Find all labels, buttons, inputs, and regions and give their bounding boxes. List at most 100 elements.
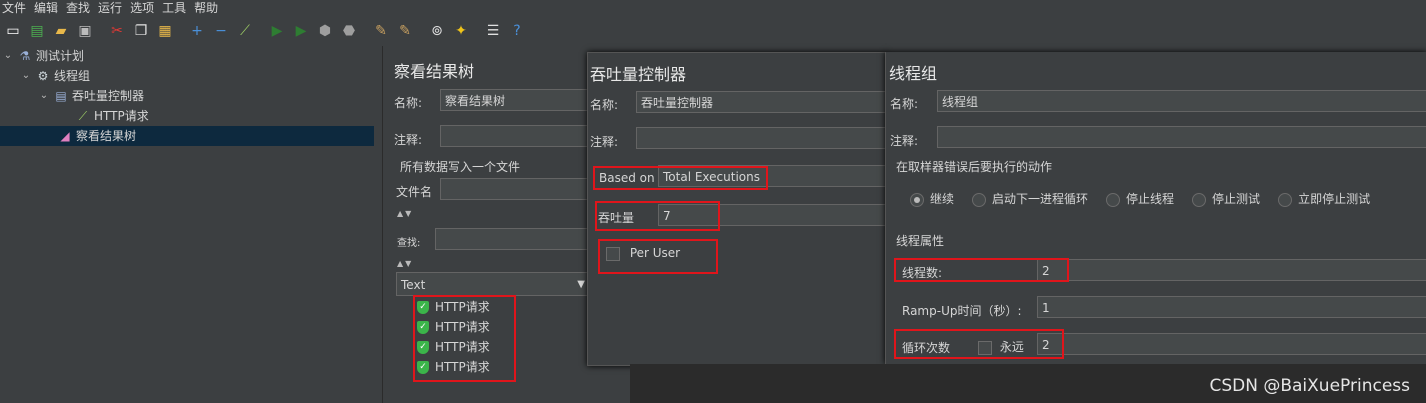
templates-icon[interactable]: ▤ <box>26 20 48 42</box>
menu-run[interactable]: 运行 <box>98 0 122 16</box>
thread-props-label: 线程属性 <box>896 234 945 248</box>
name-label: 名称: <box>890 97 919 111</box>
clear-all-icon[interactable]: ✎ <box>394 20 416 42</box>
renderer-value: Text <box>401 278 426 292</box>
comment-input[interactable] <box>937 126 1426 148</box>
comment-label: 注释: <box>890 134 919 148</box>
radio-stop-test[interactable]: 停止测试 <box>1192 190 1260 207</box>
comment-label: 注释: <box>590 135 619 149</box>
toggle-icon[interactable]: ⟋ <box>234 20 256 42</box>
chart-icon: ◢ <box>60 129 70 143</box>
radio-icon[interactable] <box>1106 192 1121 207</box>
rampup-input[interactable]: 1 <box>1037 296 1426 318</box>
name-input[interactable]: 察看结果树 <box>440 89 590 111</box>
tree-label: 吞吐量控制器 <box>72 89 145 103</box>
search-input[interactable] <box>435 228 590 250</box>
panel-title: 线程组 <box>889 64 938 83</box>
menu-bar: 文件 编辑 查找 运行 选项 工具 帮助 <box>0 0 1426 16</box>
dropdown-arrow-icon: ▼ <box>577 279 585 290</box>
loop-count-input[interactable]: 2 <box>1037 333 1426 355</box>
panel-title: 吞吐量控制器 <box>590 65 687 84</box>
chevron-down-icon[interactable]: ⌄ <box>2 46 14 66</box>
help-icon[interactable]: ? <box>506 20 528 42</box>
clear-icon[interactable]: ✎ <box>370 20 392 42</box>
shutdown-icon[interactable]: ⬣ <box>338 20 360 42</box>
controller-icon: ▤ <box>55 89 67 103</box>
thread-group-panel: 线程组 名称: 线程组 注释: 在取样器错误后要执行的动作 继续 启动下一进程循… <box>885 52 1426 364</box>
tree-label: 测试计划 <box>36 49 85 63</box>
radio-icon[interactable] <box>1192 192 1207 207</box>
highlight-box <box>595 201 720 231</box>
new-icon[interactable]: ▭ <box>2 20 24 42</box>
pipette-icon: ⟋ <box>78 109 88 123</box>
expand-icon[interactable]: + <box>186 20 208 42</box>
comment-label: 注释: <box>394 133 423 147</box>
start-no-pause-icon[interactable]: ▶ <box>290 20 312 42</box>
watermark: CSDN @BaiXuePrincess <box>1209 376 1410 396</box>
error-section-label: 在取样器错误后要执行的动作 <box>896 160 1053 174</box>
tree-label: HTTP请求 <box>94 109 149 123</box>
tree-item-throughput-controller[interactable]: ⌄ ▤ 吞吐量控制器 <box>38 86 144 106</box>
name-label: 名称: <box>590 98 619 112</box>
panel-title: 察看结果树 <box>394 62 475 81</box>
gear-icon: ⚙ <box>37 69 49 83</box>
splitter-arrows-icon[interactable]: ▲▼ <box>397 259 413 268</box>
radio-stop-test-now[interactable]: 立即停止测试 <box>1278 190 1370 207</box>
save-icon[interactable]: ▣ <box>74 20 96 42</box>
chevron-down-icon[interactable]: ⌄ <box>20 66 32 86</box>
throughput-controller-panel: 吞吐量控制器 名称: 吞吐量控制器 注释: Based on Total Exe… <box>587 52 887 366</box>
tree-item-test-plan[interactable]: ⌄ ⚗ 测试计划 <box>2 46 84 66</box>
comment-input[interactable] <box>636 127 886 149</box>
radio-start-next-loop[interactable]: 启动下一进程循环 <box>972 190 1088 207</box>
tree-item-http-request[interactable]: ⟋ HTTP请求 <box>76 106 149 126</box>
tree-label: 线程组 <box>54 69 91 83</box>
stop-icon[interactable]: ⬢ <box>314 20 336 42</box>
menu-file[interactable]: 文件 <box>2 0 26 16</box>
copy-icon[interactable]: ❐ <box>130 20 152 42</box>
renderer-select[interactable]: Text ▼ <box>396 272 590 296</box>
radio-icon[interactable] <box>972 192 987 207</box>
test-plan-tree: ⌄ ⚗ 测试计划 ⌄ ⚙ 线程组 ⌄ ▤ 吞吐量控制器 ⟋ HTTP请求 ◢ 察… <box>0 46 382 403</box>
name-label: 名称: <box>394 96 423 110</box>
menu-search[interactable]: 查找 <box>66 0 90 16</box>
highlight-box <box>598 239 718 274</box>
filename-input[interactable] <box>440 178 590 200</box>
error-action-group: 继续 启动下一进程循环 停止线程 停止测试 立即停止测试 <box>910 190 1370 207</box>
menu-edit[interactable]: 编辑 <box>34 0 58 16</box>
tree-item-view-results-tree[interactable]: ◢ 察看结果树 <box>0 126 374 146</box>
name-input[interactable]: 吞吐量控制器 <box>636 91 886 113</box>
file-section-label: 所有数据写入一个文件 <box>400 160 521 174</box>
cut-icon[interactable]: ✂ <box>106 20 128 42</box>
highlight-box <box>894 329 1064 359</box>
tree-label: 察看结果树 <box>76 129 137 143</box>
menu-options[interactable]: 选项 <box>130 0 154 16</box>
name-input[interactable]: 线程组 <box>937 90 1426 112</box>
start-icon[interactable]: ▶ <box>266 20 288 42</box>
menu-tools[interactable]: 工具 <box>162 0 186 16</box>
tree-item-thread-group[interactable]: ⌄ ⚙ 线程组 <box>20 66 90 86</box>
comment-input[interactable] <box>440 125 590 147</box>
radio-continue[interactable]: 继续 <box>910 190 954 207</box>
function-helper-icon[interactable]: ☰ <box>482 20 504 42</box>
radio-icon[interactable] <box>1278 192 1293 207</box>
radio-stop-thread[interactable]: 停止线程 <box>1106 190 1174 207</box>
flask-icon: ⚗ <box>19 49 31 63</box>
search-icon[interactable]: ⊚ <box>426 20 448 42</box>
collapse-icon[interactable]: − <box>210 20 232 42</box>
rampup-label: Ramp-Up时间（秒）: <box>902 304 1022 318</box>
view-results-panel: 察看结果树 名称: 察看结果树 注释: 所有数据写入一个文件 文件名 ▲▼ 查找… <box>382 46 593 403</box>
reset-search-icon[interactable]: ✦ <box>450 20 472 42</box>
open-icon[interactable]: ▰ <box>50 20 72 42</box>
toolbar: ▭ ▤ ▰ ▣ ✂ ❐ ▦ + − ⟋ ▶ ▶ ⬢ ⬣ ✎ ✎ ⊚ ✦ ☰ ? <box>0 16 1426 46</box>
menu-help[interactable]: 帮助 <box>194 0 218 16</box>
radio-selected-icon[interactable] <box>910 192 924 207</box>
highlight-box <box>894 258 1069 282</box>
highlight-box <box>593 166 768 190</box>
chevron-down-icon[interactable]: ⌄ <box>38 86 50 106</box>
splitter-arrows-icon[interactable]: ▲▼ <box>397 209 413 218</box>
threads-input[interactable]: 2 <box>1037 259 1426 281</box>
search-label: 查找: <box>397 238 421 249</box>
highlight-box <box>413 295 516 382</box>
paste-icon[interactable]: ▦ <box>154 20 176 42</box>
filename-label: 文件名 <box>396 185 433 199</box>
